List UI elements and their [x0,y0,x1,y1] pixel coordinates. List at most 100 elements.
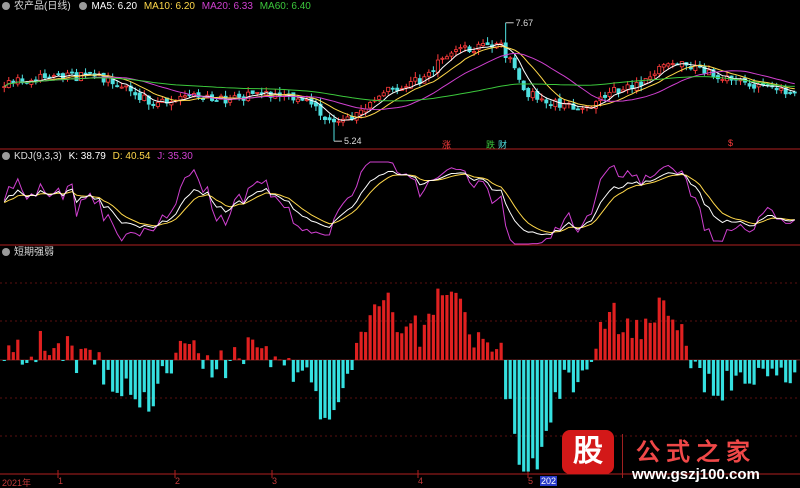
strength-bar [386,292,390,360]
strength-bar [43,350,47,360]
strength-bar [562,360,566,370]
strength-bar [784,360,788,383]
strength-bar [52,348,56,360]
strength-bar [504,360,508,400]
strength-bar [463,312,467,360]
strength-bar [729,360,734,391]
strength-bar [675,330,679,360]
strength-bar [210,360,214,378]
watermark: 股 公式之家 www.gszj100.com [556,428,800,488]
candle-body [332,118,336,123]
candle-body [413,77,418,82]
candle-body [426,71,431,77]
strength-bar [102,360,106,385]
strength-bar [111,360,115,392]
candle-body [720,79,725,81]
strength-bar [169,360,173,374]
d-line [4,173,795,234]
strength-bar [7,345,11,360]
strength-bar [192,340,196,360]
strength-bar [522,360,526,472]
strength-bar [373,304,377,360]
strength-bar [296,360,300,373]
candle-body [124,85,129,88]
k-value: K: 38.79 [68,151,106,162]
strength-bar [481,338,485,360]
x-tick-label: 5 [528,476,534,486]
panel-toggle-icon[interactable] [2,2,10,10]
candle-body [521,80,526,91]
strength-bar [318,360,323,420]
strength-bar [65,336,70,360]
strength-bar [616,334,621,360]
candle-body [133,92,138,96]
strength-bar [621,332,625,360]
strength-toggle-icon[interactable] [2,248,10,256]
strength-bar [680,324,684,360]
strength-bar [757,360,761,368]
strength-bar [734,360,738,376]
strength-bar [147,360,151,412]
candle-body [237,93,242,98]
strength-bar [657,297,661,360]
strength-bar [571,360,575,393]
marker-dollar: $ [728,138,734,148]
ma-toggle-icon[interactable] [79,2,88,10]
ma60-value: MA60: 6.40 [259,1,311,12]
strength-bar [120,360,124,397]
strength-bar [653,322,657,360]
ma5-line [3,43,795,121]
strength-bar [61,360,65,361]
strength-bar [585,360,589,370]
strength-bar [513,360,517,434]
kdj-toggle-icon[interactable] [2,152,10,160]
strength-bar [693,360,697,362]
candle-body [607,92,612,97]
main-panel-header: 农产品(日线) MA5: 6.20 MA10: 6.20 MA20: 6.33 … [0,0,315,13]
candle-body [666,63,671,67]
strength-bar [183,343,187,360]
strength-bar [228,360,232,361]
high-label: 7.67 [516,18,534,28]
strength-bar [38,330,42,360]
candle-body [83,72,88,75]
strength-bar [395,332,399,360]
strength-bar [196,353,201,360]
strength-bar [535,360,539,470]
candle-body [517,68,522,80]
candle-body [444,56,449,60]
strength-bar [142,360,146,393]
low-label: 5.24 [344,136,362,146]
candle-body [354,112,359,121]
strength-bar [2,360,6,361]
candle-body [580,107,585,110]
strength-bar [594,348,598,360]
logo-badge: 股 [562,430,614,474]
strength-bar [300,360,304,371]
strength-bar [553,360,557,393]
candle-body [390,87,395,90]
kdj-panel-header: KDJ(9,3,3) K: 38.79 D: 40.54 J: 35.30 [0,150,197,163]
strength-bar [377,306,381,360]
marker-wealth: 财 [498,140,508,150]
candle-body [386,86,391,93]
strength-bar [345,360,350,374]
strength-bar [793,360,797,373]
strength-bar [233,347,237,360]
candle-body [137,92,142,101]
candle-body [449,52,454,57]
ma20-value: MA20: 6.33 [201,1,253,12]
stock-chart-window: { "main_header": { "title": "农产品(日线)", "… [0,0,800,488]
candle-body [359,109,364,115]
strength-bar [495,349,499,360]
candle-body [530,91,535,99]
candle-body [70,71,74,74]
candle-body [779,87,784,91]
marker-up: 涨 [442,140,452,150]
strength-bar [431,314,435,360]
strength-bar [20,360,24,365]
candle-body [747,83,752,87]
strength-bar [278,359,282,361]
d-value: D: 40.54 [112,151,151,162]
k-line [3,170,795,236]
